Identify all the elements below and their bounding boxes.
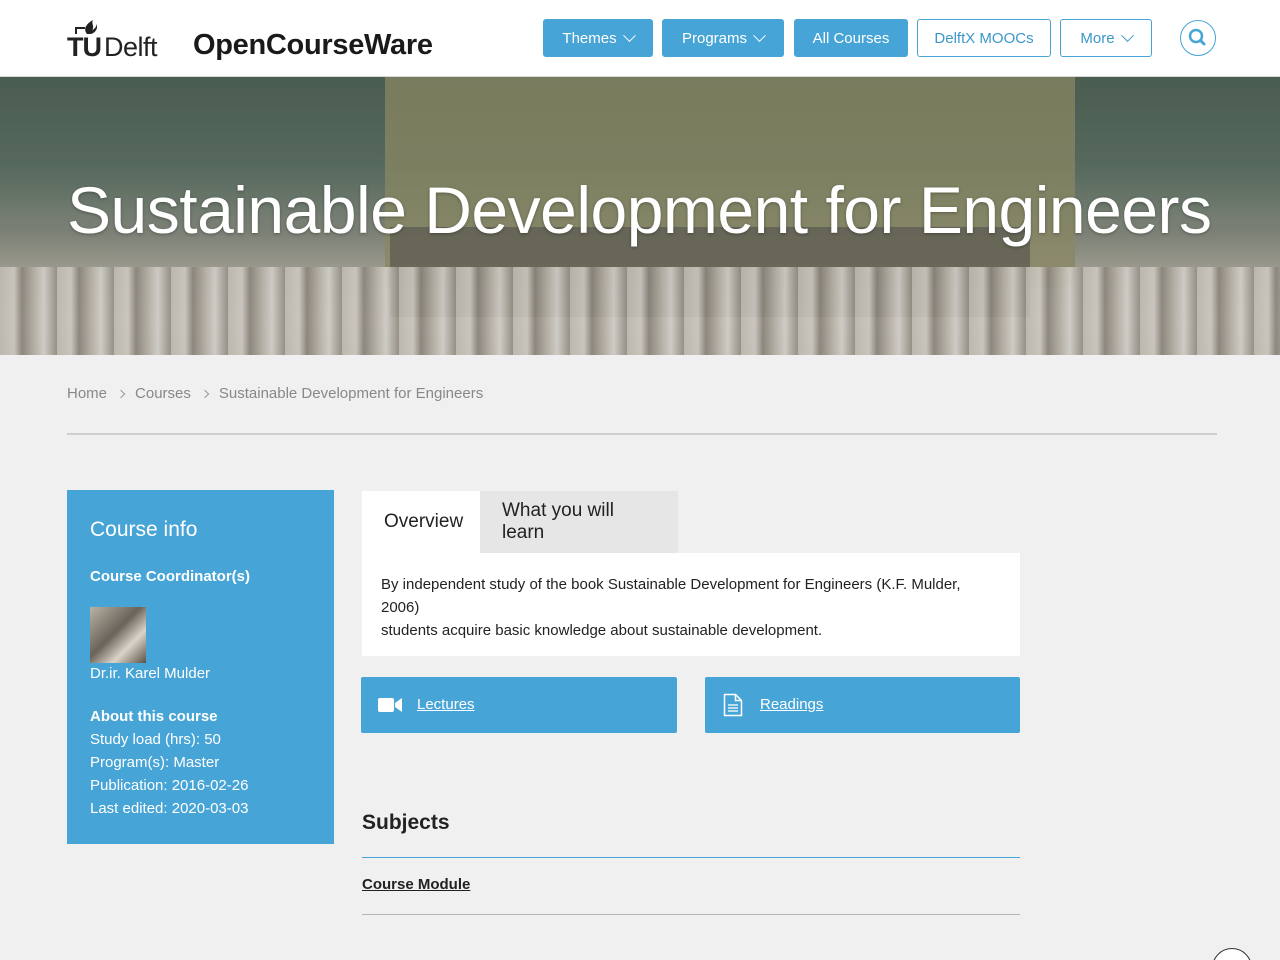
breadcrumb: Home Courses Sustainable Development for… xyxy=(67,385,483,402)
study-load: Study load (hrs): 50 xyxy=(90,731,221,748)
nav-delftx-moocs-button[interactable]: DelftX MOOCs xyxy=(917,19,1051,57)
search-button[interactable] xyxy=(1180,20,1216,56)
readings-link[interactable]: Readings xyxy=(760,696,823,713)
site-title[interactable]: OpenCourseWare xyxy=(193,29,433,62)
course-info-panel: Course info Course Coordinator(s) Dr.ir.… xyxy=(67,490,334,844)
breadcrumb-courses-link[interactable]: Courses xyxy=(135,385,191,402)
site-header: TU Delft OpenCourseWare Themes Programs … xyxy=(0,0,1280,77)
about-course-label: About this course xyxy=(90,708,218,725)
logo-delft-text: Delft xyxy=(104,32,158,62)
coordinator-label: Course Coordinator(s) xyxy=(90,568,251,585)
course-info-title: Course info xyxy=(90,518,198,541)
overview-text-line-1: By independent study of the book Sustain… xyxy=(381,576,961,616)
programs: Program(s): Master xyxy=(90,754,220,771)
publication-date: Publication: 2016-02-26 xyxy=(90,777,249,794)
nav-themes-button[interactable]: Themes xyxy=(543,19,653,57)
hero-banner: Sustainable Development for Engineers xyxy=(0,77,1280,355)
course-tabs: Overview What you will learn xyxy=(362,491,678,553)
divider xyxy=(362,914,1020,915)
nav-delftx-label: DelftX MOOCs xyxy=(934,29,1034,47)
coordinator-photo xyxy=(90,607,146,663)
chevron-right-icon xyxy=(116,389,126,398)
page-title: Sustainable Development for Engineers xyxy=(67,173,1212,247)
logo-tu-text: TU xyxy=(67,32,102,62)
nav-more-button[interactable]: More xyxy=(1060,19,1152,57)
chevron-down-icon xyxy=(753,28,766,42)
breadcrumb-home-link[interactable]: Home xyxy=(67,385,107,402)
nav-programs-label: Programs xyxy=(681,29,748,47)
nav-all-courses-label: All Courses xyxy=(812,29,890,47)
lectures-button[interactable]: Lectures xyxy=(361,677,677,733)
overview-text-line-2: students acquire basic knowledge about s… xyxy=(381,622,823,639)
overview-panel: By independent study of the book Sustain… xyxy=(362,553,1020,656)
readings-button[interactable]: Readings xyxy=(705,677,1020,733)
coordinator-name: Dr.ir. Karel Mulder xyxy=(90,665,211,682)
last-edited-date: Last edited: 2020-03-03 xyxy=(90,800,249,817)
tu-delft-logo[interactable]: TU Delft xyxy=(67,18,171,62)
chevron-right-icon xyxy=(200,389,210,398)
divider xyxy=(362,857,1020,858)
lectures-link[interactable]: Lectures xyxy=(417,696,475,713)
divider xyxy=(67,433,1217,435)
nav-all-courses-button[interactable]: All Courses xyxy=(794,19,908,57)
nav-more-label: More xyxy=(1080,29,1115,47)
nav-themes-label: Themes xyxy=(562,29,617,47)
document-icon xyxy=(723,693,743,717)
tab-overview[interactable]: Overview xyxy=(362,491,480,553)
nav-programs-button[interactable]: Programs xyxy=(662,19,784,57)
video-camera-icon xyxy=(378,698,402,712)
chevron-down-icon xyxy=(622,28,636,42)
tab-what-you-will-learn[interactable]: What you will learn xyxy=(480,491,678,553)
subject-course-module-link[interactable]: Course Module xyxy=(362,876,470,893)
chevron-down-icon xyxy=(1120,28,1134,42)
breadcrumb-current: Sustainable Development for Engineers xyxy=(218,385,484,402)
subjects-heading: Subjects xyxy=(362,811,450,834)
scroll-to-top-button[interactable] xyxy=(1212,948,1252,960)
search-icon xyxy=(1188,28,1206,46)
